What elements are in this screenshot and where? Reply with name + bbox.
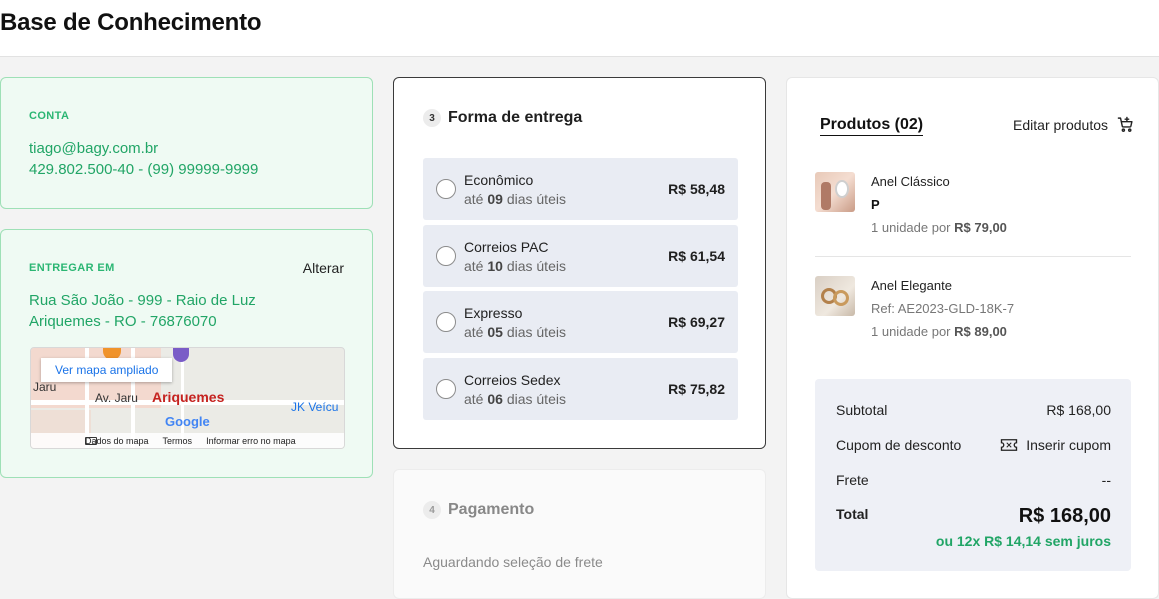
radio-unchecked-icon[interactable] [436,379,456,399]
totals-box: Subtotal R$ 168,00 Cupom de desconto Ins… [815,379,1131,571]
payment-step-number: 4 [423,501,441,519]
ticket-icon [1001,439,1018,451]
map-city-label: Ariquemes [152,389,225,405]
map-poi-icon [173,348,189,362]
insert-coupon-button[interactable]: Inserir cupom [1000,437,1111,453]
delivery-option-price: R$ 75,82 [668,381,725,397]
delivery-option-name: Correios Sedex [464,372,561,388]
payment-status: Aguardando seleção de frete [423,554,603,570]
address-map[interactable]: Jaru Av. Jaru Ariquemes JK Veícu Google … [30,347,345,449]
delivery-option-eta: até 05 dias úteis [464,324,566,340]
installments-info: ou 12x R$ 14,14 sem juros [935,533,1111,549]
account-email: tiago@bagy.com.br [29,140,159,157]
delivery-step-number: 3 [423,109,441,127]
total-label: Total [836,506,869,522]
delivery-option-price: R$ 61,54 [668,248,725,264]
delivery-option-name: Correios PAC [464,239,549,255]
map-street-label: Av. Jaru [95,391,138,405]
delivery-option[interactable]: Correios PAC até 10 dias úteis R$ 61,54 [423,225,738,287]
radio-unchecked-icon[interactable] [436,246,456,266]
shipping-address-label: ENTREGAR EM [29,262,115,274]
page-title: Base de Conhecimento [0,9,262,36]
delivery-option-price: R$ 69,27 [668,314,725,330]
product-quantity: 1 unidade por R$ 79,00 [871,220,1007,235]
delivery-option-price: R$ 58,48 [668,181,725,197]
google-logo: Google [165,414,210,429]
account-card: CONTA tiago@bagy.com.br 429.802.500-40 -… [0,77,373,209]
account-details: 429.802.500-40 - (99) 99999-9999 [29,161,259,178]
product-quantity: 1 unidade por R$ 89,00 [871,324,1007,339]
delivery-section: 3 Forma de entrega Econômico até 09 dias… [393,77,766,449]
coupon-label: Cupom de desconto [836,437,962,453]
total-value: R$ 168,00 [1018,505,1111,527]
address-line-2: Ariquemes - RO - 76876070 [29,313,217,330]
keyboard-icon[interactable] [85,437,97,445]
cart-plus-icon [1117,116,1133,132]
map-place-label: JK Veícu [291,400,339,414]
delivery-title: Forma de entrega [448,109,583,126]
product-item: Anel Elegante Ref: AE2023-GLD-18K-7 1 un… [815,276,1131,346]
delivery-option-eta: até 10 dias úteis [464,258,566,274]
subtotal-label: Subtotal [836,402,888,418]
product-item: Anel Clássico P 1 unidade por R$ 79,00 [815,172,1131,242]
product-name: Anel Clássico [871,174,950,189]
enlarge-map-link[interactable]: Ver mapa ampliado [41,358,173,382]
product-image [815,172,855,212]
edit-products-label: Editar produtos [1013,116,1108,133]
map-street-label: Jaru [33,380,57,394]
delivery-option[interactable]: Correios Sedex até 06 dias úteis R$ 75,8… [423,358,738,420]
product-name: Anel Elegante [871,278,952,293]
delivery-option-name: Econômico [464,172,534,188]
map-footer: Dados do mapa Termos Informar erro no ma… [31,433,344,448]
product-variant: P [871,197,880,212]
products-title: Produtos (02) [820,116,924,136]
shipping-label: Frete [836,472,869,488]
map-terms-link[interactable]: Termos [163,436,193,446]
product-image [815,276,855,316]
subtotal-value: R$ 168,00 [1046,402,1111,418]
edit-products-button[interactable]: Editar produtos [1013,116,1134,133]
top-bar: Base de Conhecimento [0,0,1159,57]
shipping-address-card: ENTREGAR EM Alterar Rua São João - 999 -… [0,229,373,478]
account-label: CONTA [29,110,70,122]
insert-coupon-label: Inserir cupom [1026,437,1111,453]
product-divider [815,256,1131,257]
delivery-option-name: Expresso [464,305,523,321]
map-report-link[interactable]: Informar erro no mapa [206,436,296,446]
delivery-option-eta: até 09 dias úteis [464,191,566,207]
payment-section: 4 Pagamento Aguardando seleção de frete [393,469,766,599]
shipping-value: -- [1101,472,1111,488]
delivery-option[interactable]: Expresso até 05 dias úteis R$ 69,27 [423,291,738,353]
change-address-link[interactable]: Alterar [303,260,344,276]
delivery-option[interactable]: Econômico até 09 dias úteis R$ 58,48 [423,158,738,220]
radio-unchecked-icon[interactable] [436,179,456,199]
radio-unchecked-icon[interactable] [436,312,456,332]
payment-title: Pagamento [448,501,535,518]
order-summary: Produtos (02) Editar produtos Anel Cláss… [786,77,1159,599]
delivery-option-eta: até 06 dias úteis [464,391,566,407]
address-line-1: Rua São João - 999 - Raio de Luz [29,292,256,309]
product-reference: Ref: AE2023-GLD-18K-7 [871,301,1015,316]
